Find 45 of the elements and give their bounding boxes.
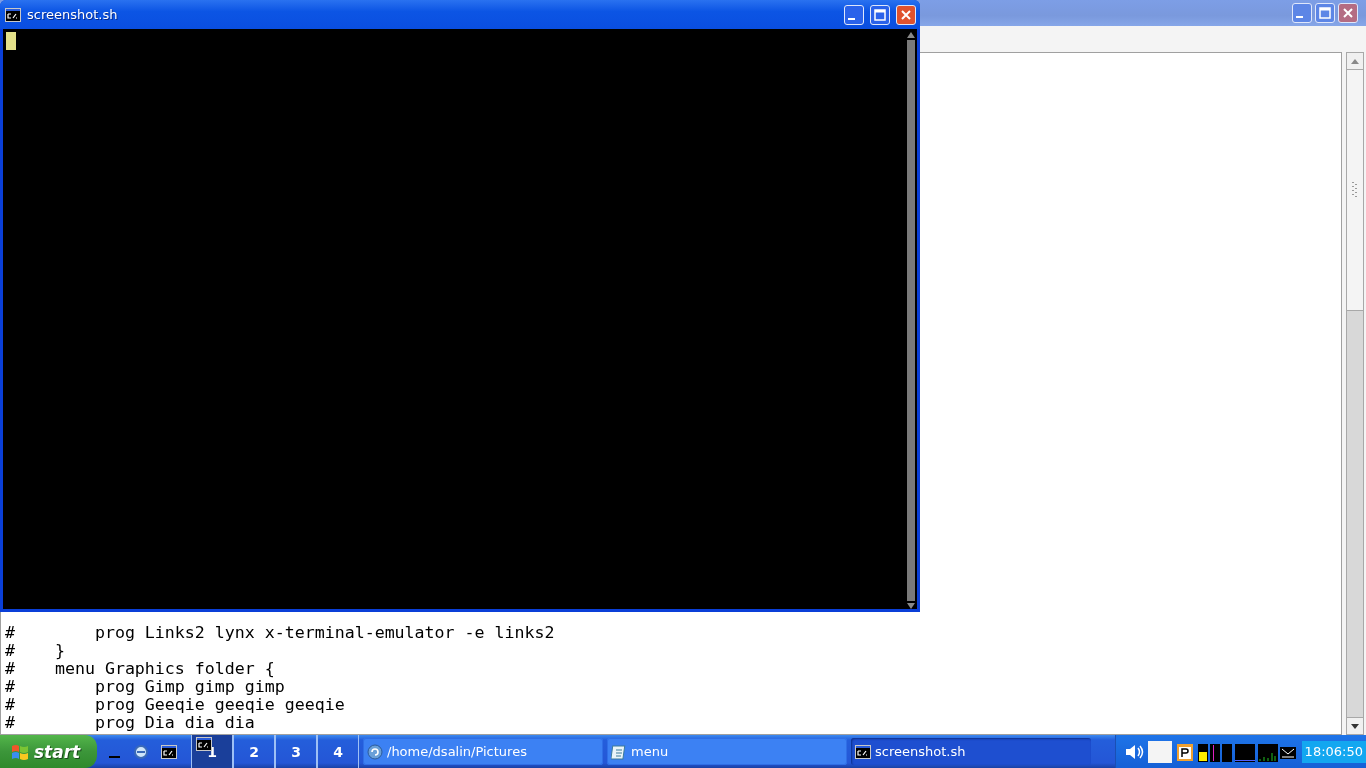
start-button[interactable]: start: [0, 735, 97, 768]
taskbar-button[interactable]: menu: [607, 738, 847, 765]
close-icon: [1342, 7, 1354, 19]
text-cursor: [6, 32, 16, 50]
close-button[interactable]: [1338, 3, 1358, 23]
grip-icon: [1352, 182, 1358, 198]
down-arrow-icon: [907, 603, 915, 609]
scrollbar[interactable]: [906, 32, 916, 609]
terminal-icon: [161, 744, 177, 759]
workspace-button[interactable]: 3: [275, 735, 317, 768]
maximize-button[interactable]: [870, 4, 890, 25]
flag-icon: [10, 742, 30, 761]
globe-icon[interactable]: [133, 743, 149, 760]
close-button[interactable]: [896, 4, 916, 25]
maximize-icon: [874, 8, 886, 21]
up-arrow-icon: [907, 32, 915, 38]
clipboard-icon[interactable]: [1175, 741, 1194, 762]
down-arrow-icon: [1351, 723, 1359, 729]
workspace-button[interactable]: 4: [317, 735, 359, 768]
terminal-icon: [5, 7, 21, 22]
tray-applet[interactable]: [1147, 740, 1172, 763]
scrollbar[interactable]: [1346, 52, 1364, 735]
up-arrow-icon: [1351, 58, 1359, 64]
taskbar-button[interactable]: /home/dsalin/Pictures: [363, 738, 603, 765]
notepad-icon: [611, 743, 627, 760]
code-line: # prog Links2 lynx x-terminal-emulator -e links2: [5, 624, 555, 642]
volume-icon[interactable]: [1123, 742, 1144, 761]
terminal-icon: [855, 744, 871, 759]
maximize-icon: [1319, 7, 1331, 19]
minimize-button[interactable]: [844, 4, 864, 25]
code-line: # prog Gimp gimp gimp: [5, 678, 285, 696]
clock: 18:06:50: [1301, 740, 1366, 763]
minimize-button[interactable]: [1292, 3, 1312, 23]
taskbar-button[interactable]: screenshot.sh: [851, 738, 1091, 765]
code-line: # prog Dia dia dia: [5, 714, 255, 732]
workspace-button[interactable]: 2: [233, 735, 275, 768]
minimize-icon: [1295, 16, 1303, 18]
close-icon: [900, 8, 912, 21]
maximize-button[interactable]: [1315, 3, 1335, 23]
window-title: screenshot.sh: [27, 7, 119, 22]
minimize-icon: [847, 17, 855, 20]
code-line: # prog Geeqie geeqie geeqie: [5, 696, 345, 714]
code-line: # menu Graphics folder {: [5, 660, 275, 678]
swirl-icon: [367, 743, 383, 760]
code-line: # }: [5, 642, 65, 660]
